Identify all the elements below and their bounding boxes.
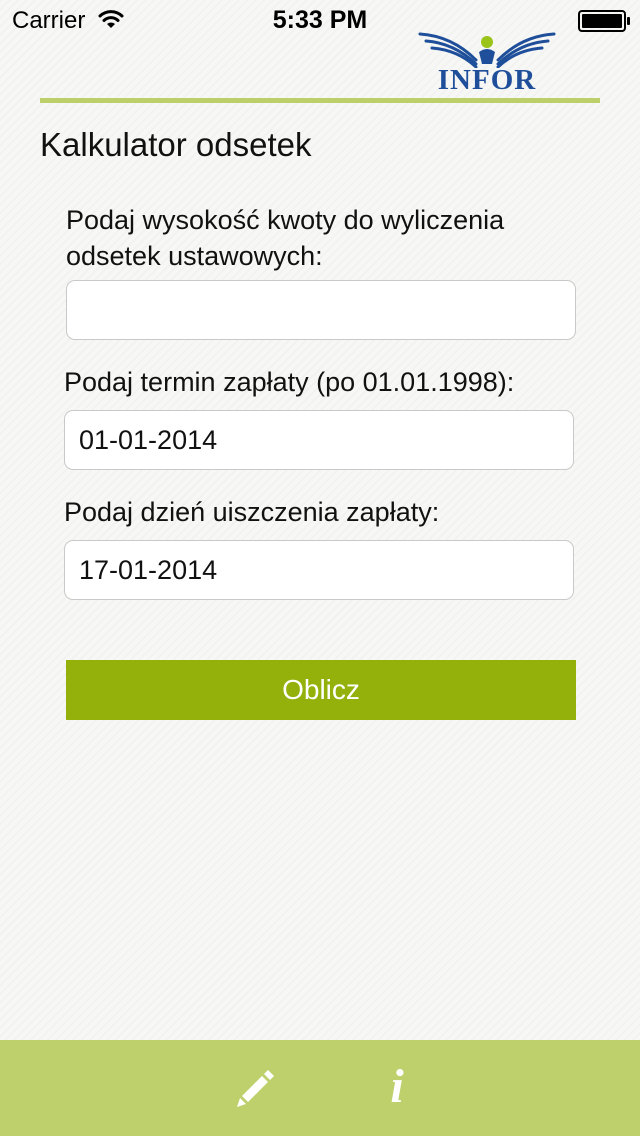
pencil-icon <box>237 1070 274 1107</box>
header-divider <box>40 98 600 103</box>
tab-calculator[interactable] <box>226 1058 284 1116</box>
due-date-input[interactable] <box>64 410 574 470</box>
calculate-button[interactable]: Oblicz <box>66 660 576 720</box>
logo-wings-icon <box>418 32 556 68</box>
tab-info[interactable]: i <box>368 1058 426 1116</box>
infor-logo: INFOR <box>412 28 562 96</box>
due-date-label: Podaj termin zapłaty (po 01.01.1998): <box>64 367 515 397</box>
payment-date-label: Podaj dzień uiszczenia zapłaty: <box>64 497 440 527</box>
amount-input[interactable] <box>66 280 576 340</box>
payment-date-input[interactable] <box>64 540 574 600</box>
battery-full-icon <box>578 10 630 32</box>
amount-label: Podaj wysokość kwoty do wyliczenia odset… <box>66 205 505 271</box>
tab-bar: i <box>0 1040 640 1136</box>
page-title: Kalkulator odsetek <box>40 126 312 163</box>
logo-text: INFOR <box>437 64 537 96</box>
info-icon: i <box>390 1060 404 1113</box>
